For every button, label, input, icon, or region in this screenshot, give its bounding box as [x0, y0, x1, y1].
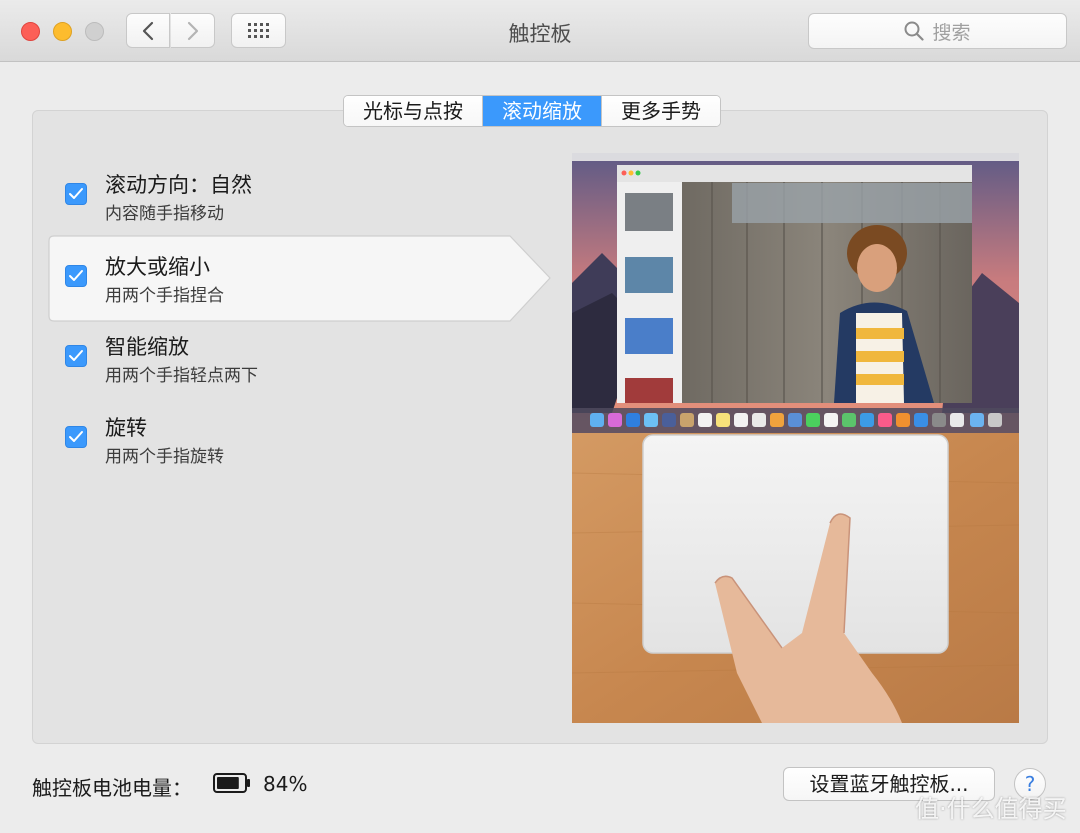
title-bar: 触控板 搜索 — [0, 0, 1080, 62]
tab-more-gestures[interactable]: 更多手势 — [602, 96, 720, 126]
minimize-button[interactable] — [53, 22, 72, 41]
close-button[interactable] — [21, 22, 40, 41]
checkmark-icon — [69, 350, 83, 361]
option-title: 放大或缩小 — [105, 255, 210, 279]
tab-point-and-click[interactable]: 光标与点按 — [344, 96, 483, 126]
zoom-in-out-checkbox[interactable] — [65, 265, 87, 287]
checkmark-icon — [69, 270, 83, 281]
forward-button[interactable] — [171, 13, 215, 48]
back-button[interactable] — [126, 13, 170, 48]
zoom-button[interactable] — [85, 22, 104, 41]
option-rotate[interactable]: 旋转 用两个手指旋转 — [49, 396, 549, 480]
search-field[interactable]: 搜索 — [808, 13, 1067, 49]
option-subtitle: 用两个手指旋转 — [105, 447, 224, 467]
scroll-direction-checkbox[interactable] — [65, 183, 87, 205]
option-title: 智能缩放 — [105, 335, 189, 359]
option-smart-zoom[interactable]: 智能缩放 用两个手指轻点两下 — [49, 315, 549, 399]
option-title: 滚动方向：自然 — [105, 173, 252, 197]
checkmark-icon — [69, 431, 83, 442]
rotate-checkbox[interactable] — [65, 426, 87, 448]
battery-icon — [213, 773, 250, 793]
option-title: 旋转 — [105, 416, 147, 440]
show-all-button[interactable] — [231, 13, 286, 48]
battery-label: 触控板电池电量： — [32, 776, 192, 800]
tab-scroll-and-zoom[interactable]: 滚动缩放 — [483, 96, 602, 126]
battery-percentage: 84% — [263, 772, 308, 796]
tab-bar: 光标与点按 滚动缩放 更多手势 — [343, 95, 721, 127]
option-scroll-direction[interactable]: 滚动方向：自然 内容随手指移动 — [49, 153, 549, 237]
option-zoom-in-out[interactable]: 放大或缩小 用两个手指捏合 — [49, 235, 549, 319]
watermark-logo: 值·什么值得买 — [915, 795, 1067, 823]
search-placeholder: 搜索 — [932, 21, 971, 44]
smart-zoom-checkbox[interactable] — [65, 345, 87, 367]
chevron-left-icon — [142, 21, 154, 40]
gesture-preview-image — [572, 153, 1019, 723]
checkmark-icon — [69, 188, 83, 199]
search-icon — [904, 21, 925, 41]
option-subtitle: 用两个手指轻点两下 — [105, 366, 258, 386]
preferences-window: 触控板 搜索 光标与点按 滚动缩放 更多手势 滚动方向：自然 内容随手指移动 放… — [0, 0, 1080, 833]
option-subtitle: 用两个手指捏合 — [105, 286, 224, 306]
chevron-right-icon — [187, 21, 198, 40]
grid-icon — [247, 22, 269, 38]
option-subtitle: 内容随手指移动 — [105, 204, 224, 224]
window-title: 触控板 — [508, 22, 572, 46]
